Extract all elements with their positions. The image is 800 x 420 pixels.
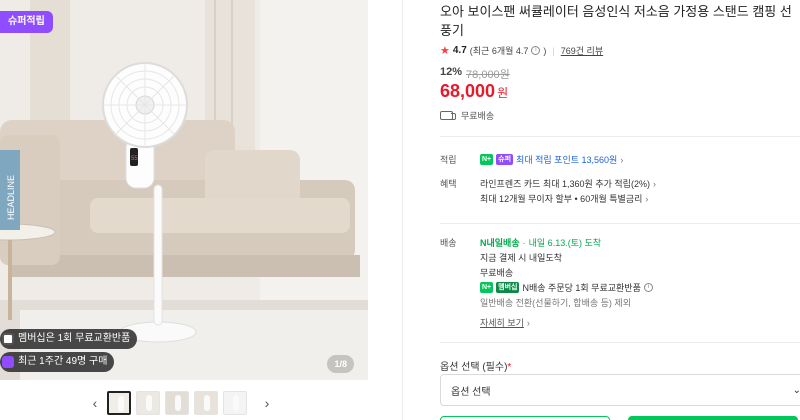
info-icon[interactable]: i bbox=[643, 283, 653, 292]
delivery-row: N내일배송 · 내일 6.13.(토) 도착 bbox=[480, 236, 601, 249]
divider bbox=[440, 342, 800, 343]
naver-plus-tag: N+ bbox=[480, 154, 494, 165]
required-mark: * bbox=[507, 362, 512, 373]
discount-percent: 12% bbox=[440, 66, 463, 78]
original-price: 78,000원 bbox=[466, 69, 510, 81]
option-select[interactable]: 옵션 선택 ⌄ bbox=[440, 374, 800, 406]
free-return-row: N+ 멤버십 N배송 주문당 1회 무료교환반품 i bbox=[480, 281, 653, 294]
points-row[interactable]: N+ 슈퍼 최대 적립 포인트 13,560원 › bbox=[480, 153, 623, 166]
buy-button[interactable] bbox=[628, 416, 798, 420]
dot-separator: · bbox=[522, 237, 526, 248]
card-benefit-row[interactable]: 라인프렌즈 카드 최대 1,360원 추가 적립(2%) › bbox=[480, 177, 656, 190]
arrival-date: 내일 6.13.(토) 도착 bbox=[528, 238, 602, 248]
chevron-right-icon: › bbox=[645, 193, 649, 204]
details-link[interactable]: 자세히 보기 bbox=[480, 316, 524, 329]
price-row: 68,000 원 bbox=[440, 81, 508, 102]
membership-icon bbox=[2, 333, 14, 345]
points-label: 적립 bbox=[440, 155, 457, 165]
chevron-right-icon: › bbox=[620, 154, 624, 165]
super-tag: 슈퍼 bbox=[496, 154, 514, 165]
column-divider bbox=[402, 0, 403, 420]
thumbnail[interactable] bbox=[194, 391, 218, 415]
rating-note-close: ) bbox=[543, 45, 547, 56]
discount-row: 12% 78,000원 bbox=[440, 66, 510, 82]
super-reward-badge: 슈퍼적립 bbox=[0, 11, 53, 33]
product-title: 오아 보이스팬 써큘레이터 음성인식 저소음 가정용 스탠드 캠핑 선풍기 bbox=[440, 4, 792, 38]
naver-plus-tag: N+ bbox=[480, 282, 494, 293]
next-day-delivery-tag: N내일배송 bbox=[480, 238, 520, 248]
membership-return-text: 멤버십은 1회 무료교환반품 bbox=[18, 333, 131, 344]
price-unit: 원 bbox=[497, 86, 509, 100]
delivery-sub1: 지금 결제 시 내일도착 bbox=[480, 253, 563, 263]
benefit-label: 혜택 bbox=[440, 179, 457, 189]
cart-icon bbox=[2, 356, 14, 368]
sale-price: 68,000 bbox=[440, 81, 496, 101]
rating-note: (최근 6개월 4.7 bbox=[469, 46, 529, 56]
thumb-next-button[interactable]: › bbox=[260, 391, 274, 415]
recent-purchases-text: 최근 1주간 49명 구매 bbox=[18, 356, 108, 367]
exclusion-text: 일반배송 전환(선물하기, 합배송 등) 제외 bbox=[480, 298, 631, 308]
truck-icon bbox=[440, 111, 456, 120]
thumbnail[interactable] bbox=[223, 391, 247, 415]
option-label: 옵션 선택 (필수)* bbox=[440, 358, 511, 373]
divider bbox=[440, 136, 800, 137]
thumb-prev-button[interactable]: ‹ bbox=[88, 391, 102, 415]
installment-row[interactable]: 최대 12개월 무이자 할부 • 60개월 특별금리 › bbox=[480, 192, 648, 205]
separator: | bbox=[552, 45, 555, 56]
thumbnail[interactable] bbox=[107, 391, 131, 415]
product-main-image: HEADLINE 55 bbox=[0, 0, 368, 380]
thumbnail-strip: ‹ › bbox=[88, 389, 274, 417]
option-label-text: 옵션 선택 (필수) bbox=[440, 362, 508, 373]
product-image-gallery[interactable]: HEADLINE 55 슈퍼적립 멤버십은 1회 무료교환반품 최근 1주간 4… bbox=[0, 0, 368, 380]
delivery-sub2: 무료배송 bbox=[480, 268, 514, 278]
cart-button[interactable] bbox=[440, 416, 610, 420]
review-count-link[interactable]: 769건 리뷰 bbox=[561, 44, 603, 57]
membership-tag: 멤버십 bbox=[496, 282, 520, 293]
free-return-text: N배송 주문당 1회 무료교환반품 bbox=[522, 283, 641, 293]
thumbnail[interactable] bbox=[165, 391, 189, 415]
installment-text: 최대 12개월 무이자 할부 • 60개월 특별금리 bbox=[480, 194, 643, 204]
card-benefit-text: 라인프렌즈 카드 최대 1,360원 추가 적립(2%) bbox=[480, 179, 650, 189]
product-page: HEADLINE 55 슈퍼적립 멤버십은 1회 무료교환반품 최근 1주간 4… bbox=[0, 0, 800, 420]
image-counter: 1/8 bbox=[327, 355, 354, 373]
book-text: HEADLINE bbox=[6, 175, 16, 220]
chevron-down-icon: ⌄ bbox=[792, 384, 800, 396]
recent-purchases-chip: 최근 1주간 49명 구매 bbox=[0, 352, 115, 372]
chevron-right-icon: › bbox=[526, 317, 530, 328]
thumbnail[interactable] bbox=[136, 391, 160, 415]
chevron-right-icon: › bbox=[652, 178, 656, 189]
divider bbox=[440, 223, 800, 224]
rating-score: 4.7 bbox=[452, 45, 467, 56]
max-points-link[interactable]: 최대 적립 포인트 13,560원 bbox=[516, 153, 617, 166]
fan-display: 55 bbox=[131, 156, 138, 162]
option-select-value: 옵션 선택 bbox=[451, 386, 491, 398]
star-icon: ★ bbox=[440, 45, 450, 57]
info-icon[interactable]: i bbox=[531, 46, 541, 55]
shipping-text: 무료배송 bbox=[461, 111, 495, 121]
details-link-row[interactable]: 자세히 보기 › bbox=[480, 316, 530, 329]
delivery-label: 배송 bbox=[440, 238, 457, 248]
rating-row: ★ 4.7 (최근 6개월 4.7 i ) | 769건 리뷰 bbox=[440, 44, 603, 57]
membership-return-chip: 멤버십은 1회 무료교환반품 bbox=[0, 329, 138, 349]
shipping-row: 무료배송 bbox=[440, 109, 494, 122]
